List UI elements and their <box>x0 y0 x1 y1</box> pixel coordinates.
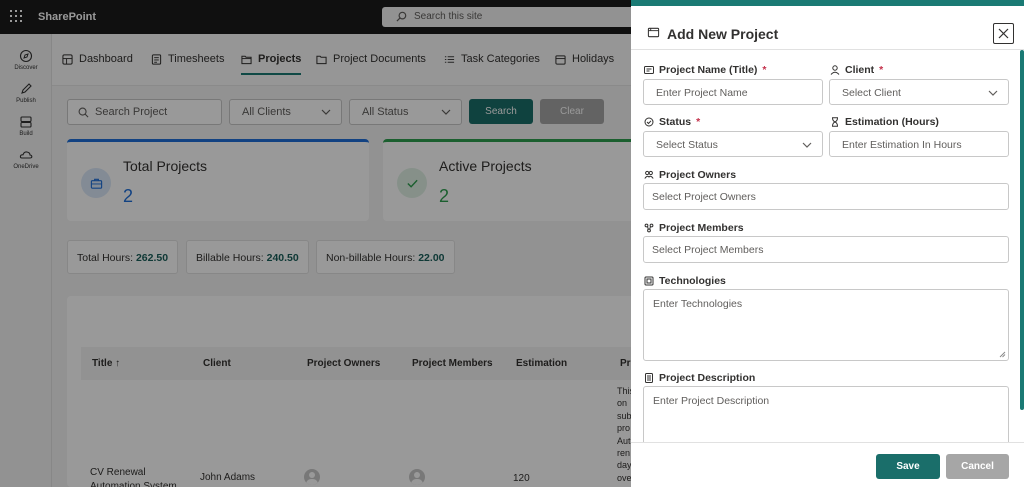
panel-header: Add New Project <box>631 6 1024 50</box>
project-owners-placeholder: Select Project Owners <box>652 191 756 203</box>
hourglass-icon <box>832 117 838 127</box>
status-label: Status * <box>644 116 700 128</box>
label-text: Client <box>845 64 875 76</box>
label-text: Project Name (Title) <box>659 64 758 76</box>
required-marker: * <box>879 64 884 76</box>
close-icon <box>998 28 1009 39</box>
label-text: Technologies <box>659 275 726 287</box>
team-icon <box>644 223 654 233</box>
panel-scrollbar[interactable] <box>1020 50 1024 410</box>
estimation-input[interactable]: Enter Estimation In Hours <box>829 131 1009 157</box>
people-icon <box>644 170 654 179</box>
project-icon <box>647 27 660 38</box>
chevron-down-icon <box>988 90 998 96</box>
project-members-placeholder: Select Project Members <box>652 244 764 256</box>
project-name-placeholder: Enter Project Name <box>656 87 748 99</box>
person-icon <box>830 65 840 75</box>
technologies-placeholder: Enter Technologies <box>653 298 743 310</box>
project-name-input[interactable]: Enter Project Name <box>643 79 823 105</box>
technology-icon <box>644 276 654 286</box>
label-text: Project Members <box>659 222 744 234</box>
id-card-icon <box>644 66 654 74</box>
cancel-button[interactable]: Cancel <box>946 454 1009 479</box>
required-marker: * <box>696 116 701 128</box>
project-name-label: Project Name (Title) * <box>644 64 767 76</box>
project-description-placeholder: Enter Project Description <box>653 395 770 407</box>
status-dropdown[interactable]: Select Status <box>643 131 823 157</box>
panel-footer: Save Cancel <box>631 442 1024 487</box>
client-dropdown[interactable]: Select Client <box>829 79 1009 105</box>
project-members-label: Project Members <box>644 222 744 234</box>
panel-title: Add New Project <box>667 26 779 42</box>
document-icon <box>645 373 653 383</box>
technologies-label: Technologies <box>644 275 726 287</box>
technologies-textarea[interactable]: Enter Technologies <box>643 289 1009 361</box>
required-marker: * <box>762 64 767 76</box>
add-project-panel: Add New Project Project Name (Title) * E… <box>631 0 1024 487</box>
label-text: Status <box>659 116 692 128</box>
estimation-label: Estimation (Hours) <box>830 116 939 128</box>
resize-grip-icon[interactable] <box>999 351 1006 358</box>
chevron-down-icon <box>802 142 812 148</box>
label-text: Project Owners <box>659 169 737 181</box>
save-button[interactable]: Save <box>876 454 940 479</box>
label-text: Estimation (Hours) <box>845 116 939 128</box>
estimation-placeholder: Enter Estimation In Hours <box>842 139 962 151</box>
project-owners-picker[interactable]: Select Project Owners <box>643 183 1009 210</box>
label-text: Project Description <box>659 372 756 384</box>
status-icon <box>644 117 654 127</box>
client-placeholder: Select Client <box>842 87 901 99</box>
project-description-textarea[interactable]: Enter Project Description <box>643 386 1009 442</box>
project-description-label: Project Description <box>644 372 755 384</box>
status-placeholder: Select Status <box>656 139 718 151</box>
project-members-picker[interactable]: Select Project Members <box>643 236 1009 263</box>
project-owners-label: Project Owners <box>644 169 736 181</box>
close-button[interactable] <box>993 23 1014 44</box>
client-label: Client * <box>830 64 883 76</box>
